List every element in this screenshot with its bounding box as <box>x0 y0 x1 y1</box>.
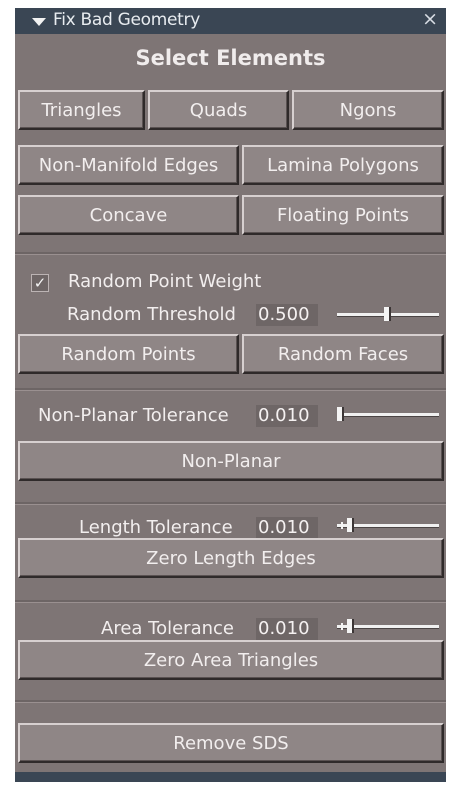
random-point-weight-label: Random Point Weight <box>68 271 262 292</box>
separator <box>15 252 446 255</box>
random-faces-label: Random Faces <box>277 343 409 365</box>
ngons-button[interactable]: Ngons <box>292 90 444 130</box>
quads-button-label: Quads <box>189 99 248 121</box>
zero-length-edges-label: Zero Length Edges <box>146 547 316 569</box>
length-tolerance-label: Length Tolerance <box>79 517 233 538</box>
random-threshold-slider[interactable] <box>337 303 439 327</box>
random-threshold-field[interactable]: 0.500 <box>256 304 318 326</box>
non-planar-tolerance-field[interactable]: 0.010 <box>256 405 318 427</box>
zero-length-edges-button[interactable]: Zero Length Edges <box>18 538 444 578</box>
non-planar-tolerance-slider[interactable] <box>337 403 439 427</box>
slider-thumb[interactable] <box>347 619 354 633</box>
random-point-weight-checkbox[interactable]: ✓ <box>31 274 49 292</box>
separator <box>15 600 446 603</box>
window-bottom-bar <box>15 772 446 782</box>
separator <box>15 502 446 505</box>
area-tolerance-field[interactable]: 0.010 <box>256 618 318 640</box>
remove-sds-label: Remove SDS <box>173 732 289 754</box>
slider-thumb[interactable] <box>384 307 391 321</box>
quads-button[interactable]: Quads <box>148 90 289 130</box>
random-faces-button[interactable]: Random Faces <box>242 334 444 374</box>
remove-sds-button[interactable]: Remove SDS <box>18 723 444 763</box>
slider-tick <box>341 522 343 529</box>
collapse-triangle-icon[interactable] <box>32 18 46 26</box>
lamina-polygons-label: Lamina Polygons <box>267 154 419 176</box>
window-titlebar[interactable]: Fix Bad Geometry × <box>15 8 446 34</box>
slider-thumb[interactable] <box>337 407 344 421</box>
length-tolerance-field[interactable]: 0.010 <box>256 517 318 539</box>
lamina-polygons-button[interactable]: Lamina Polygons <box>242 145 444 185</box>
non-manifold-edges-button[interactable]: Non-Manifold Edges <box>18 145 239 185</box>
triangles-button[interactable]: Triangles <box>18 90 145 130</box>
concave-label: Concave <box>89 204 168 226</box>
window-title: Fix Bad Geometry <box>53 10 200 30</box>
slider-thumb[interactable] <box>347 518 354 532</box>
separator <box>15 388 446 391</box>
separator <box>15 700 446 703</box>
non-planar-tolerance-label: Non-Planar Tolerance <box>38 405 229 426</box>
floating-points-label: Floating Points <box>276 204 410 226</box>
length-tolerance-slider[interactable] <box>337 514 439 538</box>
slider-track <box>337 413 439 417</box>
close-icon[interactable]: × <box>422 8 438 30</box>
zero-area-triangles-button[interactable]: Zero Area Triangles <box>18 640 444 680</box>
random-threshold-label: Random Threshold <box>67 304 236 325</box>
random-points-button[interactable]: Random Points <box>18 334 239 374</box>
non-manifold-edges-label: Non-Manifold Edges <box>38 154 219 176</box>
area-tolerance-slider[interactable] <box>337 615 439 639</box>
non-planar-label: Non-Planar <box>181 450 281 472</box>
section-heading-select-elements: Select Elements <box>135 46 326 70</box>
fix-bad-geometry-panel: Fix Bad Geometry × Select Elements Trian… <box>15 8 446 782</box>
ngons-button-label: Ngons <box>339 99 397 121</box>
random-points-label: Random Points <box>61 343 196 365</box>
checkmark-icon: ✓ <box>33 274 47 292</box>
zero-area-triangles-label: Zero Area Triangles <box>143 649 319 671</box>
triangles-button-label: Triangles <box>41 99 122 121</box>
floating-points-button[interactable]: Floating Points <box>242 195 444 235</box>
non-planar-button[interactable]: Non-Planar <box>18 441 444 481</box>
area-tolerance-label: Area Tolerance <box>101 618 234 639</box>
slider-tick <box>341 623 343 630</box>
concave-button[interactable]: Concave <box>18 195 239 235</box>
